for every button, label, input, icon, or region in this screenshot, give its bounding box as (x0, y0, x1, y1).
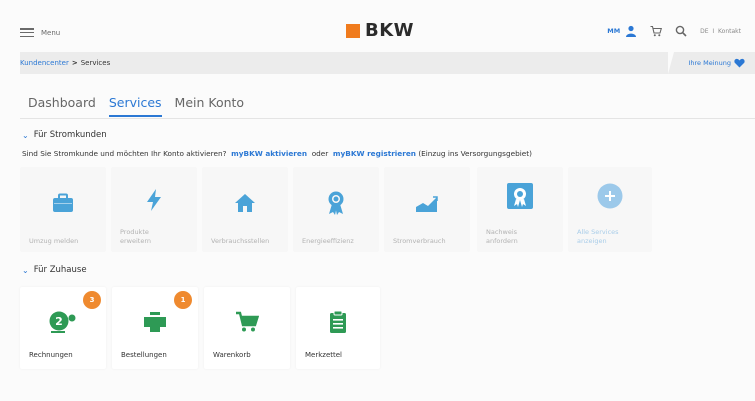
certificate-icon (507, 183, 533, 209)
service-tile-label: Produkte erweitern (120, 228, 152, 245)
service-tile-nachweis[interactable]: Nachweis anfordern (477, 167, 563, 252)
svg-text:2: 2 (55, 315, 63, 328)
feedback-label: Ihre Meinung (688, 59, 731, 67)
service-tile-label: Verbrauchsstellen (211, 236, 270, 245)
hamburger-icon (20, 28, 34, 37)
chevron-down-icon: ⌄ (22, 265, 29, 275)
home-tile-merkzettel[interactable]: Merkzettel (296, 287, 380, 369)
language-switch[interactable]: DE I Kontakt (700, 28, 741, 35)
top-header: Menu BKW MM DE I Kontakt (0, 0, 755, 52)
heart-icon (734, 58, 745, 68)
user-initials[interactable]: MM (607, 27, 620, 35)
service-tile-label: Energieeffizienz (302, 236, 354, 245)
menu-button[interactable]: Menu (20, 28, 60, 37)
clipboard-icon (330, 310, 346, 333)
register-link[interactable]: myBKW registrieren (333, 149, 416, 158)
chevron-down-icon: ⌄ (22, 130, 29, 140)
breadcrumb-separator: > (71, 59, 78, 67)
service-tile-produkte[interactable]: Produkte erweitern (111, 167, 197, 252)
home-tile-label: Rechnungen (29, 350, 73, 359)
breadcrumb-current: Services (80, 59, 111, 67)
home-tile-label: Warenkorb (213, 350, 251, 359)
language-label: DE (700, 27, 709, 35)
section-zuhause-heading: Für Zuhause (33, 265, 87, 275)
service-tile-label: Nachweis anfordern (486, 228, 518, 245)
tab-divider (20, 118, 755, 119)
area-chart-icon (416, 196, 438, 212)
activation-intro: Sind Sie Stromkunde und möchten Ihr Kont… (22, 149, 532, 158)
home-tile-label: Merkzettel (305, 350, 342, 359)
service-tile-verbrauchsstellen[interactable]: Verbrauchsstellen (202, 167, 288, 252)
package-icon (144, 312, 166, 332)
breadcrumb-root-link[interactable]: Kundencenter (20, 59, 69, 67)
section-stromkunden-toggle[interactable]: ⌄ Für Stromkunden (22, 130, 107, 140)
tab-dashboard[interactable]: Dashboard (28, 95, 96, 117)
service-tile-label: Umzug melden (29, 236, 79, 245)
notification-badge: 1 (174, 291, 192, 309)
activate-link[interactable]: myBKW aktivieren (231, 149, 307, 158)
house-icon (235, 194, 255, 212)
intro-text: Sind Sie Stromkunde und möchten Ihr Kont… (22, 149, 227, 158)
tab-bar: Dashboard Services Mein Konto (28, 95, 244, 117)
register-suffix: (Einzug ins Versorgungsgebiet) (418, 149, 532, 158)
invoice-icon: 2 (49, 311, 76, 333)
briefcase-icon (53, 193, 73, 212)
logo-text: BKW (365, 20, 415, 41)
home-tile-warenkorb[interactable]: Warenkorb (204, 287, 290, 369)
user-icon[interactable] (625, 25, 637, 37)
tab-services[interactable]: Services (108, 95, 162, 117)
cart-icon (236, 311, 259, 332)
award-ribbon-icon (328, 191, 344, 215)
feedback-button[interactable]: Ihre Meinung (668, 52, 755, 74)
or-text: oder (311, 149, 329, 158)
service-tile-umzug[interactable]: Umzug melden (20, 167, 106, 252)
plus-circle-icon (597, 183, 623, 209)
menu-label: Menu (41, 28, 61, 37)
section-stromkunden-heading: Für Stromkunden (33, 130, 107, 140)
home-tile-rechnungen[interactable]: 2 Rechnungen 3 (20, 287, 106, 369)
contact-link[interactable]: Kontakt (718, 28, 741, 35)
service-tile-label: Alle Services anzeigen (577, 228, 619, 245)
header-tools: MM DE I Kontakt (607, 25, 741, 37)
bkw-logo[interactable]: BKW (346, 22, 414, 40)
section-zuhause-toggle[interactable]: ⌄ Für Zuhause (22, 265, 87, 275)
search-icon[interactable] (675, 25, 687, 37)
cart-icon[interactable] (650, 25, 663, 37)
lightning-icon (147, 189, 161, 211)
breadcrumb: Kundencenter > Services (20, 52, 668, 74)
home-tile-label: Bestellungen (121, 350, 167, 359)
logo-square-icon (346, 24, 360, 38)
service-tile-label: Stromverbrauch (393, 236, 446, 245)
service-tile-alle-services[interactable]: Alle Services anzeigen (568, 167, 652, 252)
home-tile-bestellungen[interactable]: Bestellungen 1 (112, 287, 198, 369)
service-tile-stromverbrauch[interactable]: Stromverbrauch (384, 167, 470, 252)
notification-badge: 3 (83, 291, 101, 309)
language-divider: I (712, 27, 715, 35)
service-tile-energieeffizienz[interactable]: Energieeffizienz (293, 167, 379, 252)
tab-mein-konto[interactable]: Mein Konto (175, 95, 245, 117)
